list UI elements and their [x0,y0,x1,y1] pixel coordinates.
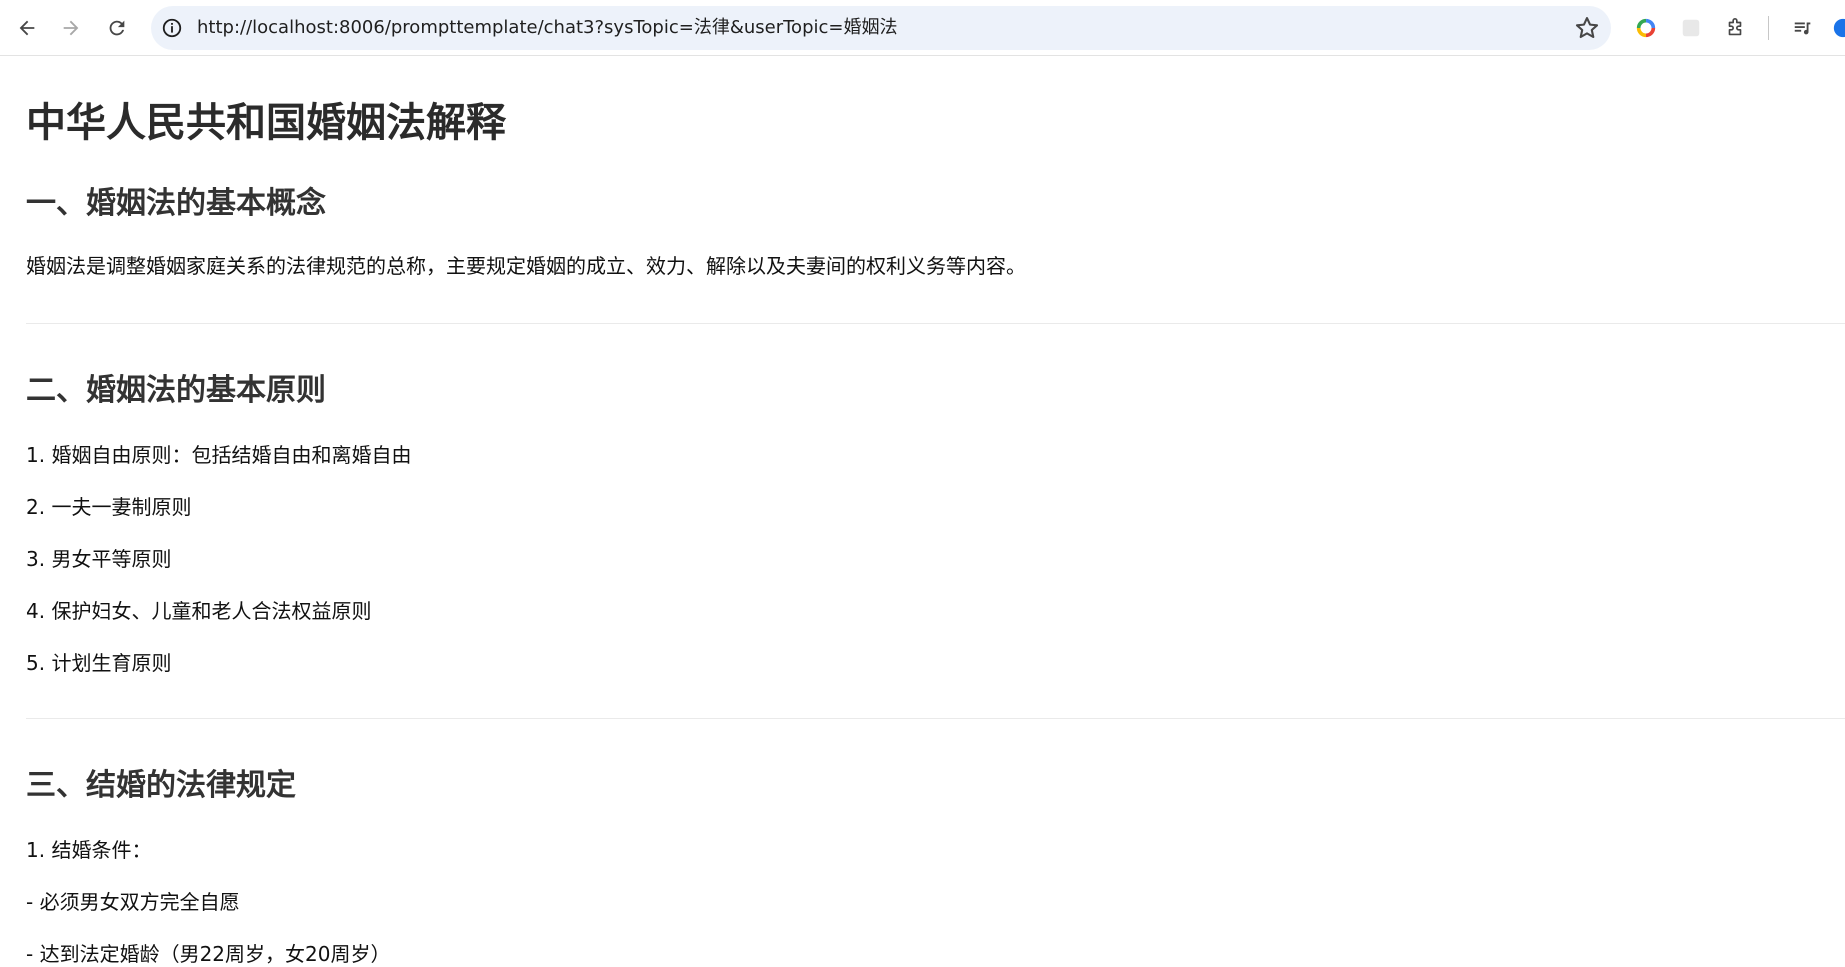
extension-color-button[interactable] [1628,10,1664,46]
list-item: 3. 男女平等原则 [26,547,172,571]
browser-toolbar: http://localhost:8006/prompttemplate/cha… [0,0,1845,56]
url-text[interactable]: http://localhost:8006/prompttemplate/cha… [197,6,897,50]
section-marriage-regulations: 三、结婚的法律规定 [26,760,296,804]
section-basic-concepts: 一、婚姻法的基本概念 [26,178,326,222]
site-info-icon[interactable] [161,17,183,39]
reload-button[interactable] [99,10,135,46]
extension-placeholder-button[interactable] [1673,10,1709,46]
document-title: 中华人民共和国婚姻法解释 [26,100,506,146]
puzzle-icon [1728,18,1742,36]
back-button[interactable] [9,10,45,46]
section-divider [26,718,1845,719]
section-divider [26,323,1845,324]
address-bar[interactable]: http://localhost:8006/prompttemplate/cha… [151,6,1611,50]
media-controls-button[interactable] [1785,10,1821,46]
list-item: - 达到法定婚龄（男22周岁，女20周岁） [26,942,391,966]
extensions-button[interactable] [1717,10,1753,46]
section-basic-principles: 二、婚姻法的基本原则 [26,365,326,409]
bookmark-star-icon[interactable] [1573,14,1601,42]
section-heading: 三、结婚的法律规定 [26,768,296,803]
arrow-left-icon [19,20,35,36]
paragraph: 婚姻法是调整婚姻家庭关系的法律规范的总称，主要规定婚姻的成立、效力、解除以及夫妻… [26,254,1026,278]
avatar-icon [1833,18,1845,38]
playlist-icon [1794,22,1811,35]
toolbar-divider [1768,16,1769,40]
section-heading: 二、婚姻法的基本原则 [26,373,326,408]
list-item: - 必须男女双方完全自愿 [26,890,240,914]
profile-avatar[interactable] [1828,10,1845,46]
list-item: 2. 一夫一妻制原则 [26,495,192,519]
list-item: 1. 结婚条件： [26,838,152,862]
forward-button[interactable] [53,10,89,46]
list-item: 1. 婚姻自由原则：包括结婚自由和离婚自由 [26,443,412,467]
reload-icon [109,20,125,36]
section-heading: 一、婚姻法的基本概念 [26,186,326,221]
list-item: 4. 保护妇女、儿童和老人合法权益原则 [26,599,372,623]
color-ring-icon [1636,18,1656,38]
arrow-right-icon [63,20,79,36]
extension-placeholder-icon [1682,19,1700,37]
list-item: 5. 计划生育原则 [26,651,172,675]
